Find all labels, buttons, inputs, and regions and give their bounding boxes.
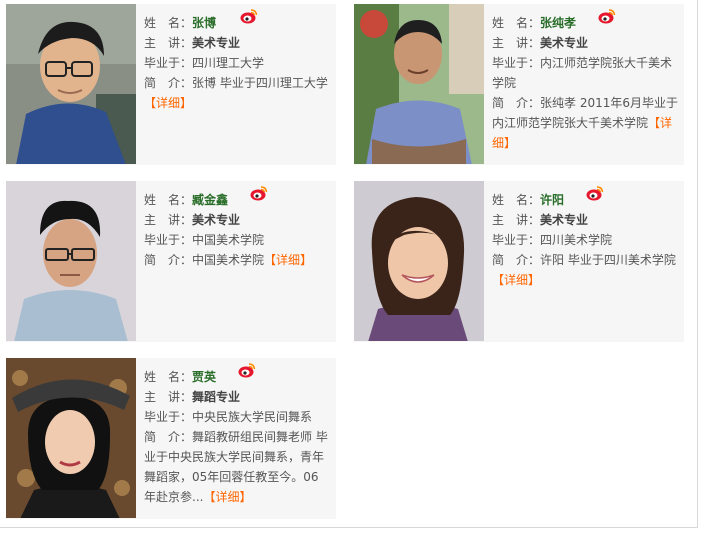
- lecture-label: 主 讲：: [144, 390, 193, 404]
- teacher-card: 姓 名：臧金鑫 主 讲：美术专业 毕业于：中国美术学院 简 介：中国美术学院【详…: [6, 181, 336, 342]
- teacher-photo[interactable]: [354, 4, 484, 164]
- detail-link[interactable]: 详细: [276, 253, 300, 267]
- sina-weibo-icon[interactable]: [238, 362, 256, 378]
- teacher-school: 中央民族大学民间舞系: [192, 410, 313, 424]
- graduated-label: 毕业于：: [492, 56, 541, 70]
- teacher-school: 四川美术学院: [540, 233, 613, 247]
- sina-weibo-icon[interactable]: [598, 8, 616, 24]
- teacher-name-link[interactable]: 张纯孝: [540, 16, 576, 30]
- more-close-bracket: 】: [300, 253, 313, 267]
- more-close-bracket: 】: [239, 490, 252, 504]
- detail-link[interactable]: 详细: [504, 273, 528, 287]
- teacher-major: 美术专业: [540, 213, 589, 227]
- teacher-major: 美术专业: [192, 36, 241, 50]
- more-open-bracket: 【: [144, 96, 157, 110]
- teacher-school: 中国美术学院: [192, 233, 265, 247]
- teacher-major: 美术专业: [192, 213, 241, 227]
- sina-weibo-icon[interactable]: [240, 8, 258, 24]
- more-close-bracket: 】: [504, 136, 517, 150]
- name-label: 姓 名：: [144, 370, 193, 384]
- teacher-name-link[interactable]: 许阳: [540, 193, 564, 207]
- teacher-photo[interactable]: [6, 358, 136, 518]
- graduated-label: 毕业于：: [144, 410, 193, 424]
- intro-label: 简 介：: [144, 253, 193, 267]
- intro-label: 简 介：: [492, 96, 541, 110]
- more-open-bracket: 【: [264, 253, 277, 267]
- lecture-label: 主 讲：: [492, 36, 541, 50]
- name-label: 姓 名：: [492, 193, 541, 207]
- teacher-intro: 张博 毕业于四川理工大学: [192, 76, 328, 90]
- teacher-name-link[interactable]: 臧金鑫: [192, 193, 228, 207]
- detail-link[interactable]: 详细: [215, 490, 239, 504]
- teacher-major: 舞蹈专业: [192, 390, 241, 404]
- lecture-label: 主 讲：: [144, 213, 193, 227]
- teacher-photo[interactable]: [6, 4, 136, 164]
- lecture-label: 主 讲：: [492, 213, 541, 227]
- teacher-name-link[interactable]: 贾英: [192, 370, 216, 384]
- teacher-card: 姓 名：贾英 主 讲：舞蹈专业 毕业于：中央民族大学民间舞系 简 介：舞蹈教研组…: [6, 358, 336, 519]
- more-open-bracket: 【: [492, 273, 505, 287]
- name-label: 姓 名：: [144, 193, 193, 207]
- detail-link[interactable]: 详细: [156, 96, 180, 110]
- graduated-label: 毕业于：: [144, 233, 193, 247]
- intro-label: 简 介：: [492, 253, 541, 267]
- teacher-major: 美术专业: [540, 36, 589, 50]
- teacher-name-link[interactable]: 张博: [192, 16, 216, 30]
- more-open-bracket: 【: [648, 116, 661, 130]
- more-close-bracket: 】: [528, 273, 541, 287]
- name-label: 姓 名：: [144, 16, 193, 30]
- more-open-bracket: 【: [203, 490, 216, 504]
- teacher-list: 姓 名：张博 主 讲：美术专业 毕业于：四川理工大学 简 介：张博 毕业于四川理…: [0, 0, 698, 528]
- graduated-label: 毕业于：: [492, 233, 541, 247]
- name-label: 姓 名：: [492, 16, 541, 30]
- teacher-intro: 许阳 毕业于四川美术学院: [540, 253, 676, 267]
- lecture-label: 主 讲：: [144, 36, 193, 50]
- intro-label: 简 介：: [144, 76, 193, 90]
- teacher-photo[interactable]: [354, 181, 484, 341]
- teacher-card: 姓 名：许阳 主 讲：美术专业 毕业于：四川美术学院 简 介：许阳 毕业于四川美…: [354, 181, 684, 342]
- teacher-photo[interactable]: [6, 181, 136, 341]
- graduated-label: 毕业于：: [144, 56, 193, 70]
- intro-label: 简 介：: [144, 430, 193, 444]
- sina-weibo-icon[interactable]: [586, 185, 604, 201]
- teacher-intro: 中国美术学院: [192, 253, 265, 267]
- teacher-card: 姓 名：张纯孝 主 讲：美术专业 毕业于：内江师范学院张大千美术学院 简 介：张…: [354, 4, 684, 165]
- more-close-bracket: 】: [180, 96, 193, 110]
- teacher-card: 姓 名：张博 主 讲：美术专业 毕业于：四川理工大学 简 介：张博 毕业于四川理…: [6, 4, 336, 165]
- teacher-school: 四川理工大学: [192, 56, 265, 70]
- sina-weibo-icon[interactable]: [250, 185, 268, 201]
